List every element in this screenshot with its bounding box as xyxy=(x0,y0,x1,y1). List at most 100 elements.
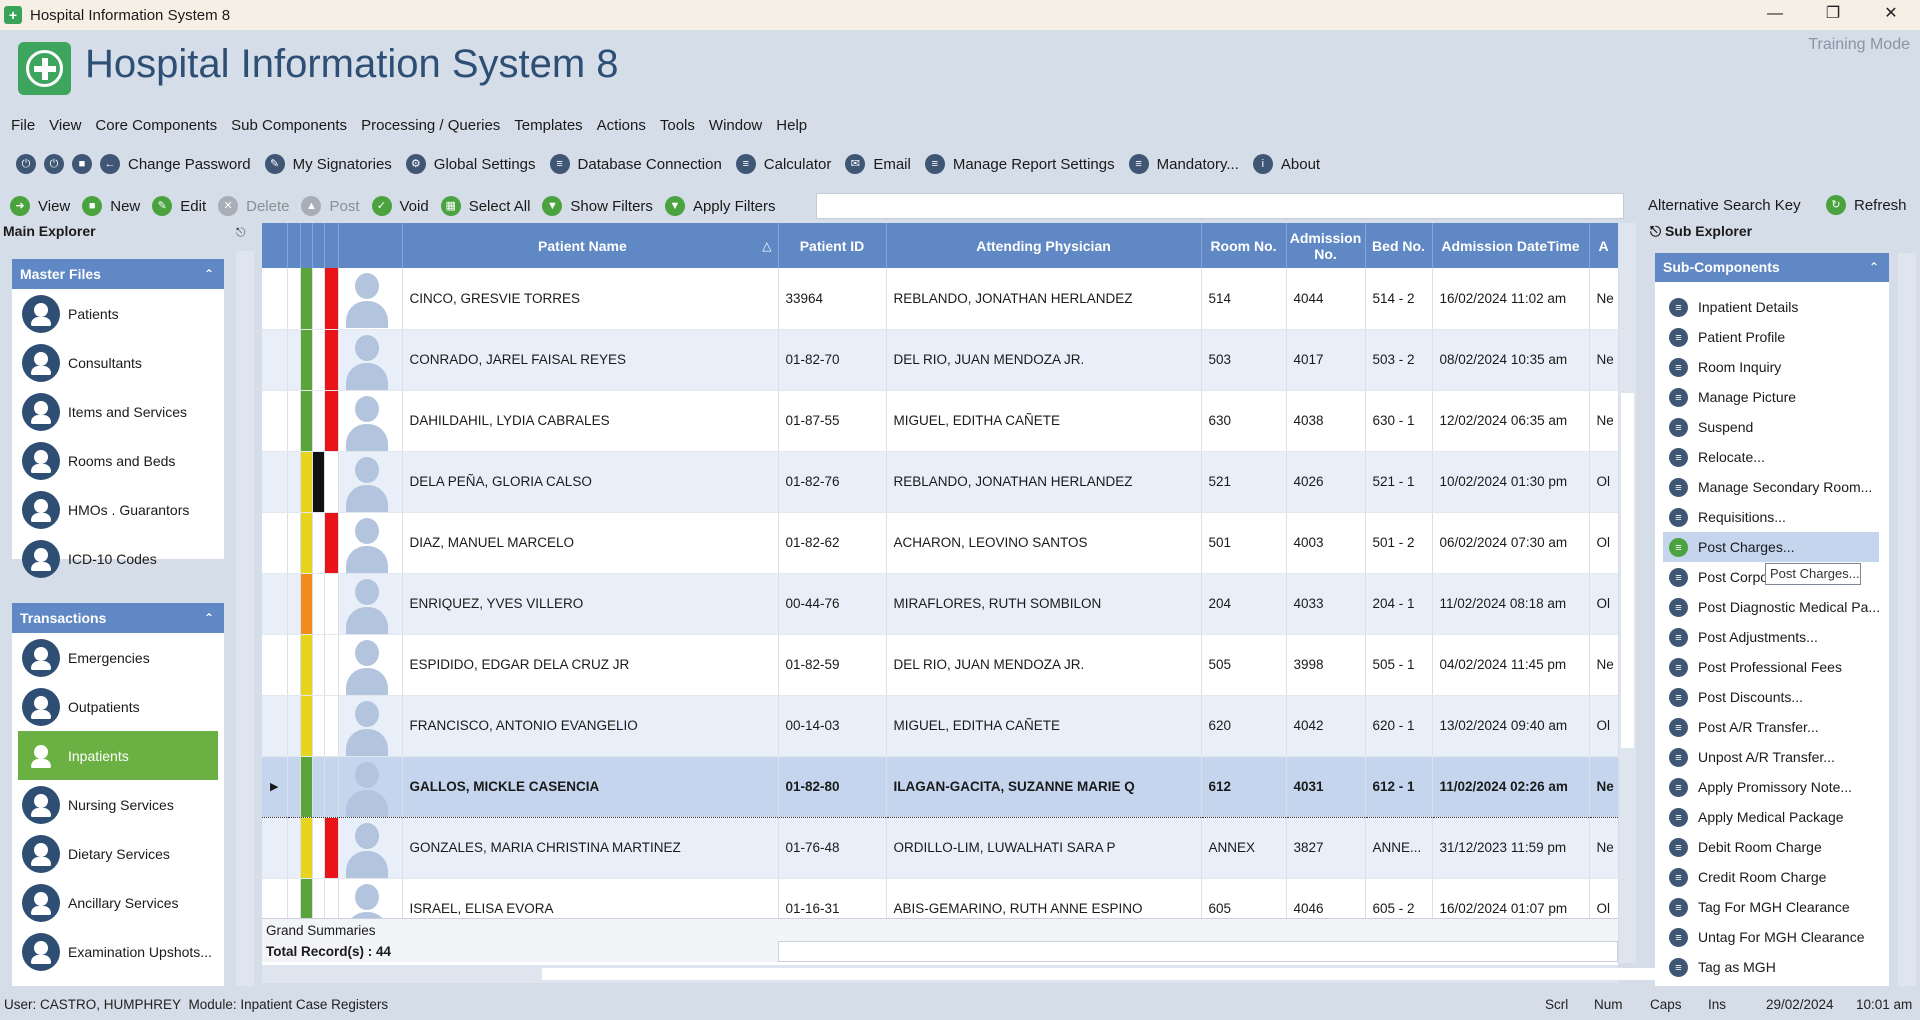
cell-bed-no[interactable]: 503 - 2 xyxy=(1365,329,1433,391)
global-settings-button[interactable]: ⚙ Global Settings xyxy=(405,154,536,174)
col-admission-no[interactable]: Admission No. xyxy=(1286,223,1366,268)
sub-component-item[interactable]: ≡ Post Professional Fees xyxy=(1655,652,1889,682)
cell-room-no[interactable]: 501 xyxy=(1201,512,1287,574)
cell-room-no[interactable]: 630 xyxy=(1201,390,1287,452)
sub-component-item[interactable]: ≡ Manage Picture xyxy=(1655,382,1889,412)
table-row[interactable]: ESPIDIDO, EDGAR DELA CRUZ JR 01-82-59 DEL … xyxy=(262,634,1618,696)
cell-bed-no[interactable]: 501 - 2 xyxy=(1365,512,1433,574)
collapse-icon[interactable]: ⌃ xyxy=(204,603,214,633)
cell-attending-physician[interactable]: ORDILLO-LIM, LUWALHATI SARA P xyxy=(886,817,1202,879)
cell-patient-name[interactable]: DELA PEÑA, GLORIA CALSO xyxy=(402,451,779,513)
cell-patient-id[interactable]: 01-87-55 xyxy=(778,390,887,452)
cell-extra[interactable]: Ol xyxy=(1589,695,1618,757)
menu-processing-queries[interactable]: Processing / Queries xyxy=(354,117,507,134)
cell-admission-no[interactable]: 4003 xyxy=(1286,512,1366,574)
menu-actions[interactable]: Actions xyxy=(590,117,653,134)
nav-dietary-services[interactable]: Dietary Services xyxy=(12,829,224,878)
row-indicator[interactable] xyxy=(262,390,288,452)
cell-attending-physician[interactable]: MIGUEL, EDITHA CAÑETE xyxy=(886,695,1202,757)
sub-component-item[interactable]: ≡ Patient Profile xyxy=(1655,322,1889,352)
cell-admission-no[interactable]: 4038 xyxy=(1286,390,1366,452)
sub-components-header[interactable]: Sub-Components ⌃ xyxy=(1655,253,1889,282)
manage-report-settings-button[interactable]: ≡ Manage Report Settings xyxy=(924,154,1115,174)
cell-admission-datetime[interactable]: 10/02/2024 01:30 pm xyxy=(1432,451,1590,513)
sub-component-item[interactable]: ≡ Post Adjustments... xyxy=(1655,622,1889,652)
cell-patient-id[interactable]: 01-82-70 xyxy=(778,329,887,391)
nav-examination-upshots[interactable]: Examination Upshots... xyxy=(12,927,224,976)
sub-component-item[interactable]: ≡ Apply Medical Package xyxy=(1655,802,1889,832)
row-indicator[interactable]: ▶ xyxy=(262,755,288,818)
nav-outpatients[interactable]: Outpatients xyxy=(12,682,224,731)
about-button[interactable]: i About xyxy=(1252,154,1320,174)
nav-consultants[interactable]: Consultants xyxy=(12,338,224,387)
cell-room-no[interactable]: 514 xyxy=(1201,268,1287,330)
col-attending-physician[interactable]: Attending Physician xyxy=(886,223,1202,268)
nav-items-services[interactable]: Items and Services xyxy=(12,387,224,436)
sub-component-item[interactable]: ≡ Post Diagnostic Medical Pa... xyxy=(1655,592,1889,622)
cell-room-no[interactable]: 204 xyxy=(1201,573,1287,635)
email-button[interactable]: ✉ Email xyxy=(845,154,911,174)
delete-button[interactable]: ✕ Delete xyxy=(218,196,289,216)
cell-extra[interactable]: Ne xyxy=(1589,755,1618,818)
cell-attending-physician[interactable]: DEL RIO, JUAN MENDOZA JR. xyxy=(886,634,1202,696)
nav-emergencies[interactable]: Emergencies xyxy=(12,633,224,682)
row-indicator[interactable] xyxy=(262,573,288,635)
calculator-button[interactable]: ≡ Calculator xyxy=(735,154,831,174)
cell-room-no[interactable]: 505 xyxy=(1201,634,1287,696)
database-connection-button[interactable]: ≡ Database Connection xyxy=(549,154,722,174)
cell-patient-name[interactable]: CINCO, GRESVIE TORRES xyxy=(402,268,779,330)
cell-admission-no[interactable]: 3998 xyxy=(1286,634,1366,696)
cell-patient-id[interactable]: 00-14-03 xyxy=(778,695,887,757)
cell-patient-name[interactable]: DAHILDAHIL, LYDIA CABRALES xyxy=(402,390,779,452)
change-password-button[interactable]: ← Change Password xyxy=(100,154,251,174)
cell-patient-name[interactable]: ENRIQUEZ, YVES VILLERO xyxy=(402,573,779,635)
col-status-1[interactable] xyxy=(287,223,301,268)
cell-room-no[interactable]: ANNEX xyxy=(1201,817,1287,879)
cell-patient-id[interactable]: 01-82-76 xyxy=(778,451,887,513)
cell-extra[interactable]: Ne xyxy=(1589,329,1618,391)
menu-tools[interactable]: Tools xyxy=(653,117,702,134)
restore-button[interactable]: ❐ xyxy=(1804,0,1862,30)
sub-component-item[interactable]: ≡ Suspend xyxy=(1655,412,1889,442)
nav-icd10-codes[interactable]: ICD-10 Codes xyxy=(12,534,224,583)
cell-patient-id[interactable]: 01-76-48 xyxy=(778,817,887,879)
menu-sub-components[interactable]: Sub Components xyxy=(224,117,354,134)
col-patient-id[interactable]: Patient ID xyxy=(778,223,887,268)
col-photo[interactable] xyxy=(338,223,403,268)
cell-room-no[interactable]: 521 xyxy=(1201,451,1287,513)
cell-extra[interactable]: Ol xyxy=(1589,573,1618,635)
cell-bed-no[interactable]: 514 - 2 xyxy=(1365,268,1433,330)
sub-component-item[interactable]: ≡ Untag For MGH Clearance xyxy=(1655,922,1889,952)
col-room-no[interactable]: Room No. xyxy=(1201,223,1287,268)
cell-admission-no[interactable]: 4031 xyxy=(1286,755,1366,818)
table-row[interactable]: CONRADO, JAREL FAISAL REYES 01-82-70 DEL R… xyxy=(262,329,1618,391)
sub-component-item[interactable]: ≡ Tag For MGH Clearance xyxy=(1655,892,1889,922)
show-filters-button[interactable]: ▼ Show Filters xyxy=(542,196,653,216)
cell-extra[interactable]: Ne xyxy=(1589,268,1618,330)
table-row[interactable]: ▶ GALLOS, MICKLE CASENCIA 01-82-80 ILAGAN-G… xyxy=(262,755,1618,818)
apply-filters-button[interactable]: ▼ Apply Filters xyxy=(664,196,775,216)
right-scrollbar[interactable] xyxy=(1898,253,1916,986)
cell-admission-datetime[interactable]: 16/02/2024 11:02 am xyxy=(1432,268,1590,330)
cell-admission-no[interactable]: 4044 xyxy=(1286,268,1366,330)
nav-rooms-beds[interactable]: Rooms and Beds xyxy=(12,436,224,485)
hscroll-thumb[interactable] xyxy=(542,968,1672,980)
menu-core-components[interactable]: Core Components xyxy=(88,117,224,134)
left-scrollbar[interactable] xyxy=(236,251,254,986)
cell-extra[interactable]: Ol xyxy=(1589,451,1618,513)
collapse-icon[interactable]: ⌃ xyxy=(1869,253,1879,282)
cell-patient-id[interactable]: 01-82-80 xyxy=(778,755,887,818)
cell-admission-datetime[interactable]: 11/02/2024 08:18 am xyxy=(1432,573,1590,635)
row-indicator[interactable] xyxy=(262,512,288,574)
cell-patient-id[interactable]: 01-82-59 xyxy=(778,634,887,696)
table-row[interactable]: ENRIQUEZ, YVES VILLERO 00-44-76 MIRAFLORES… xyxy=(262,573,1618,635)
close-button[interactable]: ✕ xyxy=(1862,0,1920,30)
row-indicator[interactable] xyxy=(262,695,288,757)
cell-attending-physician[interactable]: REBLANDO, JONATHAN HERLANDEZ xyxy=(886,268,1202,330)
view-button[interactable]: ➜ View xyxy=(10,196,70,216)
sub-component-item[interactable]: ≡ Apply Promissory Note... xyxy=(1655,772,1889,802)
cell-attending-physician[interactable]: MIRAFLORES, RUTH SOMBILON xyxy=(886,573,1202,635)
logoff-icon[interactable]: ⏻ xyxy=(44,154,64,174)
nav-hmos-guarantors[interactable]: HMOs . Guarantors xyxy=(12,485,224,534)
transactions-header[interactable]: Transactions ⌃ xyxy=(12,603,224,633)
